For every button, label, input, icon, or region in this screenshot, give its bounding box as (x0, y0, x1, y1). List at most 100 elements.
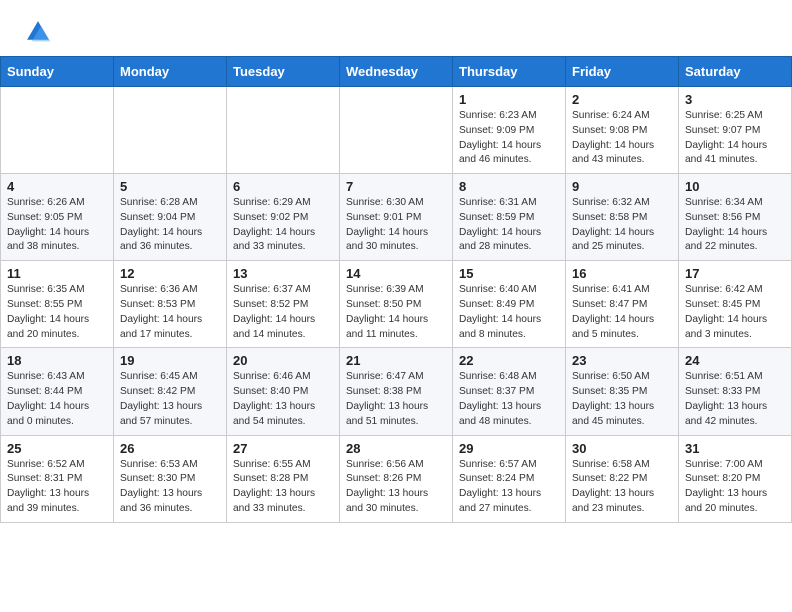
day-number: 2 (572, 92, 672, 107)
calendar-cell: 1 Sunrise: 6:23 AM Sunset: 9:09 PM Daylig… (453, 87, 566, 174)
calendar-cell: 20Sunrise: 6:46 AM Sunset: 8:40 PM Dayli… (227, 348, 340, 435)
day-content: Sunrise: 6:39 AM Sunset: 8:50 PM Dayligh… (346, 283, 446, 342)
calendar-cell: 9 Sunrise: 6:32 AM Sunset: 8:58 PM Daylig… (566, 174, 679, 261)
day-number: 25 (7, 441, 107, 456)
day-number: 7 (346, 179, 446, 194)
day-content: Sunrise: 6:25 AM Sunset: 9:07 PM Dayligh… (685, 109, 785, 168)
day-number: 20 (233, 353, 333, 368)
calendar-cell: 19 Sunrise: 6:45 AM Sunset: 8:42 PM Dayli… (114, 348, 227, 435)
calendar-cell (114, 87, 227, 174)
day-number: 28 (346, 441, 446, 456)
day-content: Sunrise: 6:57 AM Sunset: 8:24 PM Dayligh… (459, 458, 559, 517)
calendar-row: 11 Sunrise: 6:35 AM Sunset: 8:55 PM Dayli… (1, 261, 792, 348)
day-content: Sunrise: 6:30 AM Sunset: 9:01 PM Dayligh… (346, 196, 446, 255)
day-content: Sunrise: 6:53 AM Sunset: 8:30 PM Dayligh… (120, 458, 220, 517)
calendar-cell: 18 Sunrise: 6:43 AM Sunset: 8:44 PM Dayli… (1, 348, 114, 435)
calendar-row: 1 Sunrise: 6:23 AM Sunset: 9:09 PM Daylig… (1, 87, 792, 174)
day-number: 31 (685, 441, 785, 456)
calendar-wrapper: SundayMondayTuesdayWednesdayThursdayFrid… (0, 56, 792, 533)
day-number: 17 (685, 266, 785, 281)
calendar-cell: 8 Sunrise: 6:31 AM Sunset: 8:59 PM Daylig… (453, 174, 566, 261)
header-day: Tuesday (227, 57, 340, 87)
calendar-cell (340, 87, 453, 174)
day-number: 10 (685, 179, 785, 194)
day-number: 1 (459, 92, 559, 107)
calendar-cell: 28 Sunrise: 6:56 AM Sunset: 8:26 PM Dayli… (340, 435, 453, 522)
day-number: 27 (233, 441, 333, 456)
day-number: 6 (233, 179, 333, 194)
header-day: Saturday (679, 57, 792, 87)
day-content: Sunrise: 6:43 AM Sunset: 8:44 PM Dayligh… (7, 370, 107, 429)
calendar-cell: 14 Sunrise: 6:39 AM Sunset: 8:50 PM Dayli… (340, 261, 453, 348)
day-content: Sunrise: 6:40 AM Sunset: 8:49 PM Dayligh… (459, 283, 559, 342)
calendar-cell: 23Sunrise: 6:50 AM Sunset: 8:35 PM Dayli… (566, 348, 679, 435)
day-content: Sunrise: 6:45 AM Sunset: 8:42 PM Dayligh… (120, 370, 220, 429)
calendar-header: SundayMondayTuesdayWednesdayThursdayFrid… (1, 57, 792, 87)
day-content: Sunrise: 6:28 AM Sunset: 9:04 PM Dayligh… (120, 196, 220, 255)
calendar-cell: 30 Sunrise: 6:58 AM Sunset: 8:22 PM Dayli… (566, 435, 679, 522)
header-day: Wednesday (340, 57, 453, 87)
calendar-cell: 24 Sunrise: 6:51 AM Sunset: 8:33 PM Dayli… (679, 348, 792, 435)
calendar-cell: 10 Sunrise: 6:34 AM Sunset: 8:56 PM Dayli… (679, 174, 792, 261)
day-number: 26 (120, 441, 220, 456)
calendar-cell: 5 Sunrise: 6:28 AM Sunset: 9:04 PM Daylig… (114, 174, 227, 261)
day-number: 19 (120, 353, 220, 368)
calendar-cell: 29 Sunrise: 6:57 AM Sunset: 8:24 PM Dayli… (453, 435, 566, 522)
header-day: Thursday (453, 57, 566, 87)
day-number: 15 (459, 266, 559, 281)
calendar-cell (1, 87, 114, 174)
calendar-row: 18 Sunrise: 6:43 AM Sunset: 8:44 PM Dayli… (1, 348, 792, 435)
calendar-cell: 11 Sunrise: 6:35 AM Sunset: 8:55 PM Dayli… (1, 261, 114, 348)
day-content: Sunrise: 6:56 AM Sunset: 8:26 PM Dayligh… (346, 458, 446, 517)
day-content: Sunrise: 6:23 AM Sunset: 9:09 PM Dayligh… (459, 109, 559, 168)
calendar-row: 25 Sunrise: 6:52 AM Sunset: 8:31 PM Dayli… (1, 435, 792, 522)
day-content: Sunrise: 6:24 AM Sunset: 9:08 PM Dayligh… (572, 109, 672, 168)
day-content: Sunrise: 6:37 AM Sunset: 8:52 PM Dayligh… (233, 283, 333, 342)
calendar-cell: 13 Sunrise: 6:37 AM Sunset: 8:52 PM Dayli… (227, 261, 340, 348)
day-number: 24 (685, 353, 785, 368)
day-content: Sunrise: 6:50 AM Sunset: 8:35 PM Dayligh… (572, 370, 672, 429)
day-number: 16 (572, 266, 672, 281)
calendar-cell: 4 Sunrise: 6:26 AM Sunset: 9:05 PM Daylig… (1, 174, 114, 261)
day-content: Sunrise: 6:58 AM Sunset: 8:22 PM Dayligh… (572, 458, 672, 517)
calendar-cell: 17 Sunrise: 6:42 AM Sunset: 8:45 PM Dayli… (679, 261, 792, 348)
day-number: 8 (459, 179, 559, 194)
day-content: Sunrise: 6:32 AM Sunset: 8:58 PM Dayligh… (572, 196, 672, 255)
calendar-cell: 6 Sunrise: 6:29 AM Sunset: 9:02 PM Daylig… (227, 174, 340, 261)
day-number: 30 (572, 441, 672, 456)
day-content: Sunrise: 6:31 AM Sunset: 8:59 PM Dayligh… (459, 196, 559, 255)
day-content: Sunrise: 6:42 AM Sunset: 8:45 PM Dayligh… (685, 283, 785, 342)
calendar-cell: 16Sunrise: 6:41 AM Sunset: 8:47 PM Dayli… (566, 261, 679, 348)
calendar-cell: 25 Sunrise: 6:52 AM Sunset: 8:31 PM Dayli… (1, 435, 114, 522)
logo (24, 18, 56, 46)
calendar-body: 1 Sunrise: 6:23 AM Sunset: 9:09 PM Daylig… (1, 87, 792, 523)
day-content: Sunrise: 6:51 AM Sunset: 8:33 PM Dayligh… (685, 370, 785, 429)
day-number: 9 (572, 179, 672, 194)
day-number: 5 (120, 179, 220, 194)
page-header (0, 0, 792, 56)
day-content: Sunrise: 6:34 AM Sunset: 8:56 PM Dayligh… (685, 196, 785, 255)
day-number: 22 (459, 353, 559, 368)
day-number: 13 (233, 266, 333, 281)
day-number: 14 (346, 266, 446, 281)
day-number: 12 (120, 266, 220, 281)
day-content: Sunrise: 6:47 AM Sunset: 8:38 PM Dayligh… (346, 370, 446, 429)
day-content: Sunrise: 7:00 AM Sunset: 8:20 PM Dayligh… (685, 458, 785, 517)
day-number: 4 (7, 179, 107, 194)
day-number: 18 (7, 353, 107, 368)
calendar-cell: 31 Sunrise: 7:00 AM Sunset: 8:20 PM Dayli… (679, 435, 792, 522)
day-content: Sunrise: 6:35 AM Sunset: 8:55 PM Dayligh… (7, 283, 107, 342)
calendar-table: SundayMondayTuesdayWednesdayThursdayFrid… (0, 56, 792, 523)
calendar-cell (227, 87, 340, 174)
calendar-cell: 27Sunrise: 6:55 AM Sunset: 8:28 PM Dayli… (227, 435, 340, 522)
day-content: Sunrise: 6:52 AM Sunset: 8:31 PM Dayligh… (7, 458, 107, 517)
day-content: Sunrise: 6:48 AM Sunset: 8:37 PM Dayligh… (459, 370, 559, 429)
day-number: 3 (685, 92, 785, 107)
day-content: Sunrise: 6:29 AM Sunset: 9:02 PM Dayligh… (233, 196, 333, 255)
day-number: 11 (7, 266, 107, 281)
calendar-cell: 12Sunrise: 6:36 AM Sunset: 8:53 PM Dayli… (114, 261, 227, 348)
calendar-cell: 7 Sunrise: 6:30 AM Sunset: 9:01 PM Daylig… (340, 174, 453, 261)
logo-icon (24, 18, 52, 46)
day-number: 29 (459, 441, 559, 456)
day-content: Sunrise: 6:26 AM Sunset: 9:05 PM Dayligh… (7, 196, 107, 255)
